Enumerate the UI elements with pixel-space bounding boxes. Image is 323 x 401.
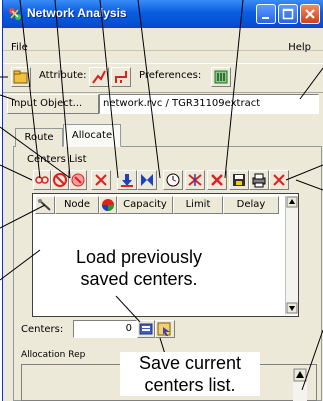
centers-list-label: Centers List [27,154,87,165]
pick-icon[interactable] [35,196,55,214]
save-callout-line-1: Save current [138,353,242,373]
app-icon [7,6,23,22]
multi-x-icon[interactable] [185,170,205,190]
save-centers-icon[interactable] [155,320,175,338]
title-bar[interactable]: Network Analysis [3,0,323,28]
no-entry-icon[interactable] [51,170,69,190]
remove-icon[interactable] [207,170,227,190]
tab-allocate[interactable]: Allocate [63,124,121,147]
delete-center-icon[interactable] [91,170,111,190]
menu-bar [3,28,323,51]
input-object-button[interactable]: Input Object... [7,94,99,114]
column-delay[interactable]: Delay [223,196,279,214]
allocation-scrollbar[interactable] [293,368,307,401]
print-icon[interactable] [249,170,269,190]
clock-icon[interactable] [163,170,183,190]
bowtie-icon[interactable] [137,170,157,190]
close-button[interactable] [300,4,320,24]
column-node[interactable]: Node [55,196,99,214]
minimize-button[interactable] [256,4,276,24]
attribute-label: Attribute: [39,70,87,81]
preferences-icon[interactable] [211,67,231,87]
close-list-icon[interactable] [269,170,289,190]
open-icon[interactable] [11,67,31,87]
attribute-line-icon[interactable] [89,67,109,87]
save-centers-callout: Save current centers list. [120,352,260,396]
network-analysis-window: Network Analysis File Help Attribute: Pr… [2,0,323,401]
maximize-button[interactable] [278,4,298,24]
load-callout-line-1: Load previously [75,247,203,267]
allocation-report-label: Allocation Rep [21,350,86,360]
color-icon[interactable] [99,196,117,214]
save-callout-line-2: centers list. [144,375,236,395]
new-center-icon[interactable] [33,170,51,190]
load-centers-callout: Load previously saved centers. [66,246,212,290]
input-object-field[interactable]: network.rvc / TGR31109extract [99,94,319,114]
centers-scrollbar[interactable] [285,196,298,314]
attribute-turn-icon[interactable] [111,67,131,87]
column-limit[interactable]: Limit [173,196,223,214]
preferences-label: Preferences: [139,70,202,81]
menu-file[interactable]: File [11,42,28,53]
save-icon[interactable] [229,170,249,190]
window-title: Network Analysis [27,6,127,20]
load-callout-line-2: saved centers. [80,269,198,289]
load-centers-icon[interactable] [137,320,155,338]
centers-count-label: Centers: [21,324,64,335]
clear-icon[interactable] [69,170,87,190]
menu-help[interactable]: Help [288,42,311,53]
down-arrow-icon[interactable] [117,170,137,190]
column-capacity[interactable]: Capacity [117,196,173,214]
tab-route[interactable]: Route [15,128,63,147]
centers-count-field: 0 [73,320,137,338]
